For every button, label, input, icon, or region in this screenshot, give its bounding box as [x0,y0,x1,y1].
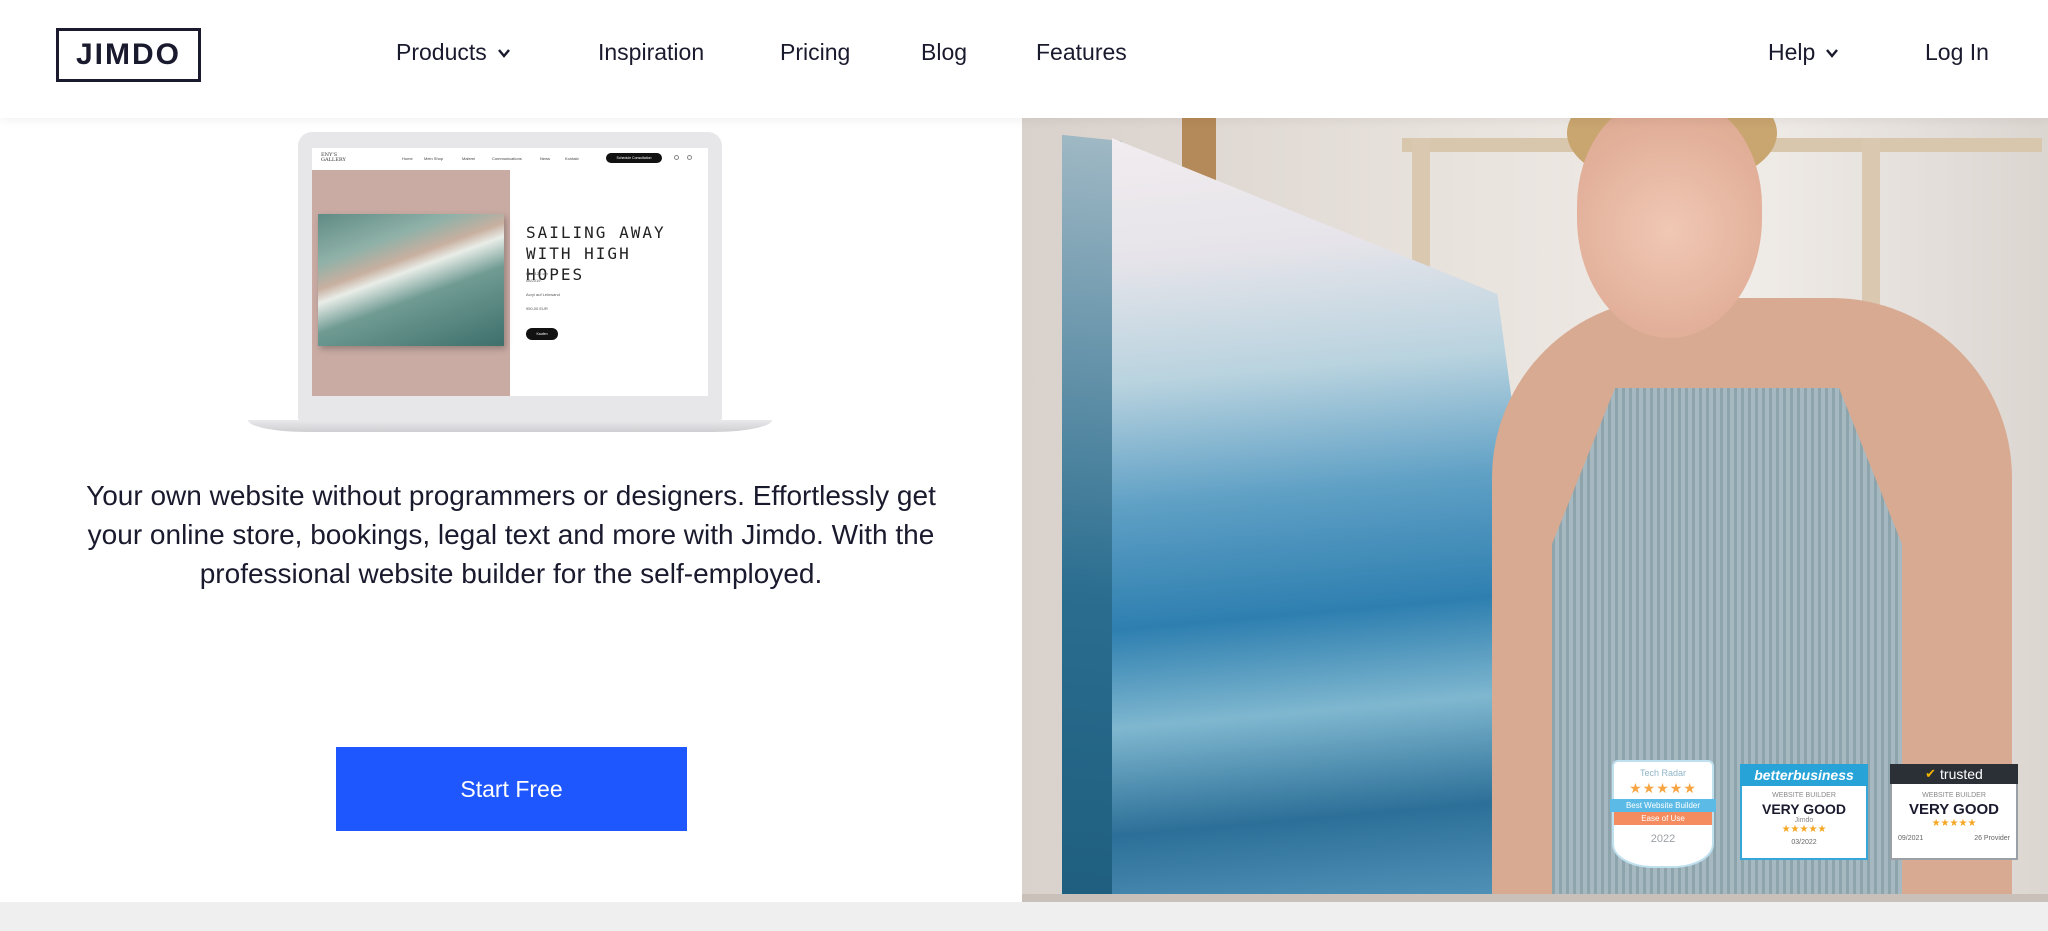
footer-band [0,902,2048,931]
chevron-down-icon [497,48,510,58]
jimdo-logo[interactable]: JIMDO [56,28,201,82]
nav-help[interactable]: Help [1768,39,1839,66]
site-header: JIMDO Products Inspiration Pricing Blog … [0,0,2048,118]
betterbusiness-badge-head: betterbusiness [1740,764,1868,786]
preview-details: 80 x 120 cm 08/2019 Acryl auf Leinwand 9… [526,270,560,312]
laptop-screen: ENY'S GALLERY Home Mein Shop Malerei Com… [312,148,708,396]
nav-blog[interactable]: Blog [921,39,967,66]
preview-search-icon [674,155,679,160]
preview-detail [526,284,560,291]
betterbusiness-badge-rating: VERY GOOD [1761,801,1847,817]
betterbusiness-badge: betterbusiness WEBSITE BUILDER VERY GOOD… [1740,764,1868,860]
trusted-badge: ✔ trusted WEBSITE BUILDER VERY GOOD ★★★★… [1890,764,2018,860]
techradar-badge-year: 2022 [1650,833,1676,845]
trusted-badge-head: ✔ trusted [1890,764,2018,784]
techradar-badge-line1: Best Website Builder [1610,799,1716,812]
preview-nav-link: Mein Shop [424,156,444,161]
betterbusiness-badge-name: Jimdo [1794,817,1814,824]
preview-nav-link: Communications [492,156,522,161]
trusted-badge-rating: VERY GOOD [1908,801,2000,818]
preview-cta-pill: Schedule Consultation [606,153,662,163]
start-free-button[interactable]: Start Free [336,747,687,831]
nav-products[interactable]: Products [396,39,511,66]
preview-detail: 08/2019 [526,278,541,283]
trusted-badge-title: trusted [1940,766,1983,782]
photo-floor [1022,894,2048,902]
chevron-down-icon [1826,48,1839,58]
trusted-badge-providers: 26 Provider [1974,835,2010,842]
preview-detail: 80 x 120 cm [526,271,548,276]
laptop-mockup: ENY'S GALLERY Home Mein Shop Malerei Com… [248,130,772,435]
star-rating-icon: ★★★★★ [1781,824,1827,835]
techradar-badge-top: Tech Radar [1639,768,1687,778]
preview-nav-link: Malerei [462,156,476,161]
techradar-badge-line2: Ease of Use [1614,812,1712,825]
preview-nav-link: Kontakt [565,156,579,161]
nav-products-label: Products [396,39,487,65]
preview-logo: ENY'S GALLERY [321,152,346,163]
laptop-base [248,420,772,432]
preview-cart-icon [687,155,692,160]
preview-painting [318,214,504,346]
shield-check-icon: ✔ [1925,766,1937,781]
trusted-badge-sub: WEBSITE BUILDER [1922,792,1986,799]
betterbusiness-badge-date: 03/2022 [1791,839,1817,846]
trusted-badge-date: 09/2021 [1898,835,1924,842]
nav-features[interactable]: Features [1036,39,1127,66]
star-rating-icon: ★★★★★ [1931,818,1977,829]
preview-detail [526,298,560,305]
nav-pricing[interactable]: Pricing [780,39,850,66]
nav-inspiration[interactable]: Inspiration [598,39,704,66]
hero-description: Your own website without programmers or … [86,480,936,589]
preview-nav-link: Home [402,156,413,161]
preview-detail: 950,00 EUR [526,306,548,311]
nav-help-label: Help [1768,39,1816,65]
trusted-badge-footer: 09/2021 26 Provider [1898,835,2010,842]
star-rating-icon: ★★★★★ [1629,780,1697,796]
preview-buy-button: Kaufen [526,328,558,340]
techradar-badge: Tech Radar ★★★★★ Best Website Builder Ea… [1610,760,1716,868]
betterbusiness-badge-sub: WEBSITE BUILDER [1772,792,1836,799]
preview-nav: ENY'S GALLERY Home Mein Shop Malerei Com… [312,148,708,170]
preview-nav-link: News [540,156,551,161]
preview-detail: Acryl auf Leinwand [526,292,560,297]
nav-login[interactable]: Log In [1925,39,1989,66]
